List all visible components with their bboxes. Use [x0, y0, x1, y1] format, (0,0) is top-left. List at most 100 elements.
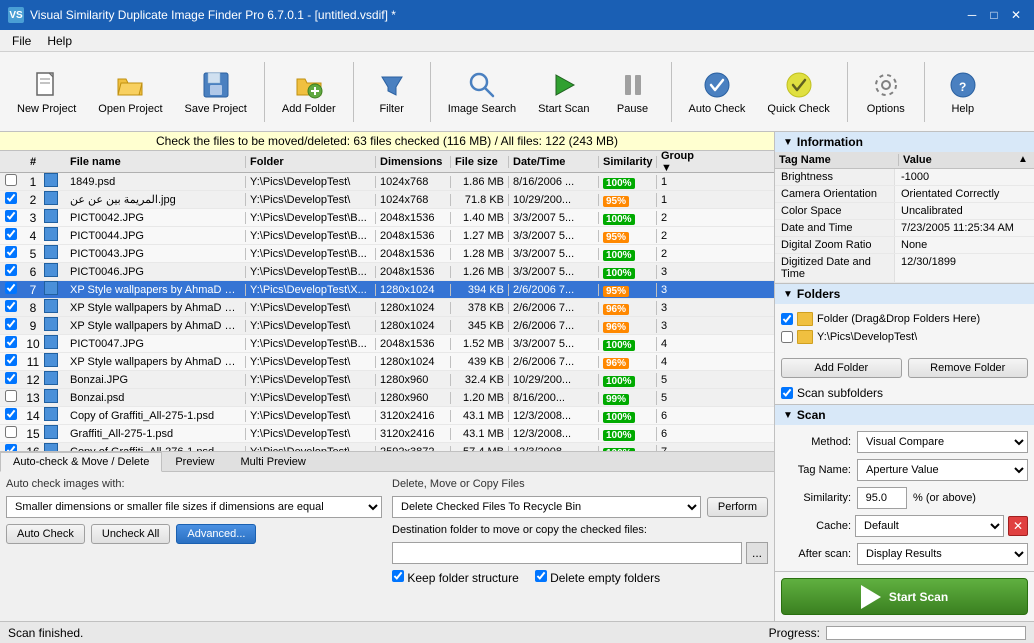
row-sim: 99%	[599, 391, 657, 405]
tab-auto-check[interactable]: Auto-check & Move / Delete	[0, 452, 162, 472]
add-folder-button[interactable]: Add Folder	[273, 57, 345, 127]
help-button[interactable]: ? Help	[933, 57, 993, 127]
row-checkbox-cell[interactable]	[0, 246, 22, 261]
start-scan-button[interactable]: Start Scan	[781, 578, 1028, 615]
keep-folder-label[interactable]: Keep folder structure	[392, 570, 519, 585]
delete-operation-dropdown[interactable]: Delete Checked Files To Recycle Bin	[392, 496, 701, 518]
file-table-body[interactable]: 1 1849.psd Y:\Pics\DevelopTest\ 1024x768…	[0, 173, 774, 451]
row-checkbox[interactable]	[5, 300, 17, 312]
row-checkbox-cell[interactable]	[0, 426, 22, 441]
table-row[interactable]: 3 PICT0042.JPG Y:\Pics\DevelopTest\B... …	[0, 209, 774, 227]
table-row[interactable]: 6 PICT0046.JPG Y:\Pics\DevelopTest\B... …	[0, 263, 774, 281]
table-row[interactable]: 15 Graffiti_All-275-1.psd Y:\Pics\Develo…	[0, 425, 774, 443]
row-checkbox[interactable]	[5, 174, 17, 186]
row-checkbox[interactable]	[5, 426, 17, 438]
folder-item[interactable]: Folder (Drag&Drop Folders Here)	[781, 310, 1028, 328]
row-checkbox[interactable]	[5, 390, 17, 402]
row-checkbox[interactable]	[5, 228, 17, 240]
maximize-button[interactable]: □	[984, 5, 1004, 25]
add-folder-panel-btn[interactable]: Add Folder	[781, 358, 902, 378]
browse-folder-btn[interactable]: ...	[746, 542, 768, 564]
minimize-button[interactable]: ─	[962, 5, 982, 25]
folder-checkbox[interactable]	[781, 331, 793, 343]
row-checkbox[interactable]	[5, 282, 17, 294]
row-checkbox[interactable]	[5, 192, 17, 204]
auto-check-btn[interactable]: Auto Check	[6, 524, 85, 544]
cache-clear-btn[interactable]: ✕	[1008, 516, 1028, 536]
row-checkbox-cell[interactable]	[0, 300, 22, 315]
table-row[interactable]: 11 XP Style wallpapers by AhmaD 065.jpg …	[0, 353, 774, 371]
row-checkbox[interactable]	[5, 264, 17, 276]
delete-empty-label[interactable]: Delete empty folders	[535, 570, 660, 585]
row-checkbox-cell[interactable]	[0, 192, 22, 207]
row-checkbox-cell[interactable]	[0, 372, 22, 387]
row-checkbox-cell[interactable]	[0, 210, 22, 225]
row-checkbox[interactable]	[5, 354, 17, 366]
similarity-input[interactable]	[857, 487, 907, 509]
row-checkbox[interactable]	[5, 210, 17, 222]
table-row[interactable]: 14 Copy of Graffiti_All-275-1.psd Y:\Pic…	[0, 407, 774, 425]
table-row[interactable]: 1 1849.psd Y:\Pics\DevelopTest\ 1024x768…	[0, 173, 774, 191]
table-row[interactable]: 7 XP Style wallpapers by AhmaD 060.jpg Y…	[0, 281, 774, 299]
keep-folder-checkbox[interactable]	[392, 570, 404, 582]
remove-folder-btn[interactable]: Remove Folder	[908, 358, 1029, 378]
menu-help[interactable]: Help	[39, 32, 80, 50]
row-checkbox[interactable]	[5, 246, 17, 258]
options-button[interactable]: Options	[856, 57, 916, 127]
table-row[interactable]: 5 PICT0043.JPG Y:\Pics\DevelopTest\B... …	[0, 245, 774, 263]
folder-checkbox[interactable]	[781, 313, 793, 325]
table-row[interactable]: 8 XP Style wallpapers by AhmaD 067.jpg Y…	[0, 299, 774, 317]
row-checkbox-cell[interactable]	[0, 174, 22, 189]
row-checkbox-cell[interactable]	[0, 282, 22, 297]
table-row[interactable]: 12 Bonzai.JPG Y:\Pics\DevelopTest\ 1280x…	[0, 371, 774, 389]
row-checkbox-cell[interactable]	[0, 354, 22, 369]
perform-btn[interactable]: Perform	[707, 497, 768, 517]
start-scan-toolbar-button[interactable]: Start Scan	[529, 57, 598, 127]
quick-check-button[interactable]: Quick Check	[758, 57, 838, 127]
tab-multi-preview[interactable]: Multi Preview	[227, 452, 318, 471]
scan-subfolders-checkbox[interactable]	[781, 387, 793, 399]
row-checkbox-cell[interactable]	[0, 336, 22, 351]
advanced-btn[interactable]: Advanced...	[176, 524, 256, 544]
table-row[interactable]: 13 Bonzai.psd Y:\Pics\DevelopTest\ 1280x…	[0, 389, 774, 407]
row-checkbox-cell[interactable]	[0, 228, 22, 243]
cache-dropdown[interactable]: Default	[855, 515, 1004, 537]
method-dropdown[interactable]: Visual Compare	[857, 431, 1028, 453]
row-checkbox[interactable]	[5, 408, 17, 420]
table-row[interactable]: 4 PICT0044.JPG Y:\Pics\DevelopTest\B... …	[0, 227, 774, 245]
row-checkbox-cell[interactable]	[0, 408, 22, 423]
folder-item[interactable]: Y:\Pics\DevelopTest\	[781, 328, 1028, 346]
row-checkbox-cell[interactable]	[0, 318, 22, 333]
table-row[interactable]: 16 Copy of Graffiti_All-276-1.psd Y:\Pic…	[0, 443, 774, 451]
dest-folder-input[interactable]	[392, 542, 742, 564]
new-project-button[interactable]: New Project	[8, 57, 85, 127]
row-checkbox[interactable]	[5, 318, 17, 330]
folders-section-header[interactable]: ▼ Folders	[775, 284, 1034, 304]
row-checkbox[interactable]	[5, 372, 17, 384]
uncheck-all-btn[interactable]: Uncheck All	[91, 524, 170, 544]
pause-button[interactable]: Pause	[603, 57, 663, 127]
tag-dropdown[interactable]: Aperture Value	[857, 459, 1028, 481]
row-checkbox[interactable]	[5, 336, 17, 348]
save-project-button[interactable]: Save Project	[176, 57, 256, 127]
info-section-header[interactable]: ▼ Information	[775, 132, 1034, 152]
info-scroll-indicator[interactable]: ▲	[1018, 154, 1030, 166]
row-checkbox[interactable]	[5, 444, 17, 451]
delete-empty-checkbox[interactable]	[535, 570, 547, 582]
table-row[interactable]: 2 المريمة بين عن عن.jpg Y:\Pics\DevelopT…	[0, 191, 774, 209]
table-row[interactable]: 9 XP Style wallpapers by AhmaD 071.jpg Y…	[0, 317, 774, 335]
auto-check-dropdown[interactable]: Smaller dimensions or smaller file sizes…	[6, 496, 382, 518]
row-checkbox-cell[interactable]	[0, 444, 22, 451]
row-checkbox-cell[interactable]	[0, 390, 22, 405]
after-scan-dropdown[interactable]: Display Results	[857, 543, 1028, 565]
open-project-button[interactable]: Open Project	[89, 57, 171, 127]
row-checkbox-cell[interactable]	[0, 264, 22, 279]
close-button[interactable]: ✕	[1006, 5, 1026, 25]
table-row[interactable]: 10 PICT0047.JPG Y:\Pics\DevelopTest\B...…	[0, 335, 774, 353]
scan-section-header[interactable]: ▼ Scan	[775, 405, 1034, 425]
auto-check-button[interactable]: Auto Check	[680, 57, 755, 127]
filter-button[interactable]: Filter	[362, 57, 422, 127]
tab-preview[interactable]: Preview	[162, 452, 227, 471]
menu-file[interactable]: File	[4, 32, 39, 50]
image-search-button[interactable]: Image Search	[439, 57, 525, 127]
